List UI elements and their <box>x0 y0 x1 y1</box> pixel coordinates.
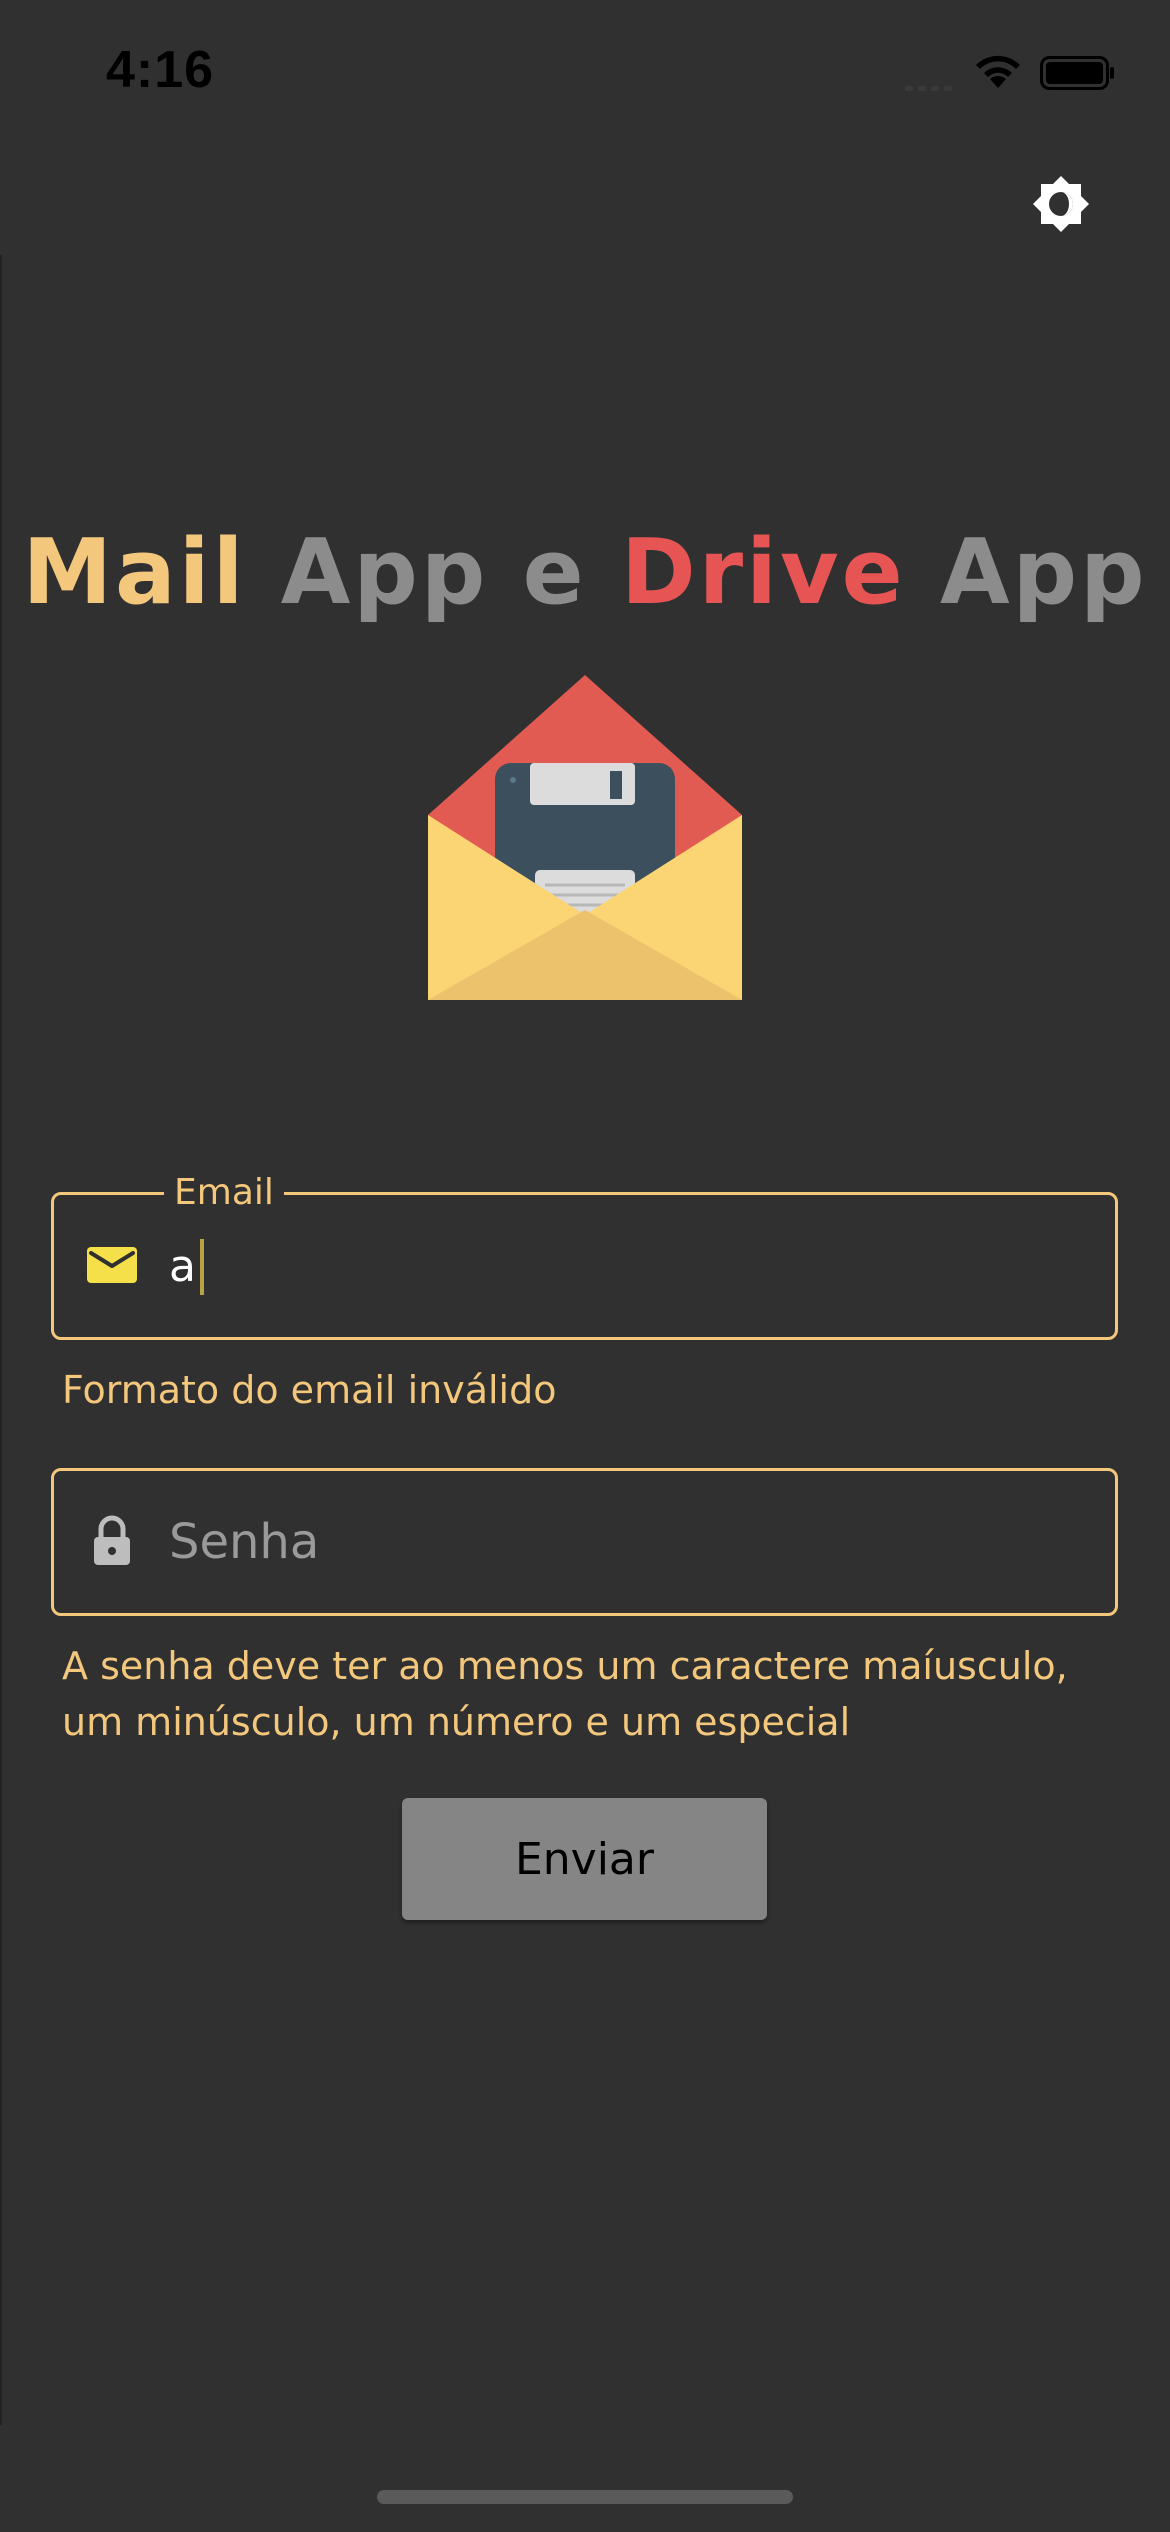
email-field-label: Email <box>164 1169 284 1217</box>
theme-toggle-button[interactable] <box>1025 168 1097 240</box>
title-app-1: App <box>280 520 489 625</box>
app-title: Mail App e Drive App <box>0 520 1170 625</box>
email-field[interactable]: Email a <box>51 1169 1118 1340</box>
submit-button[interactable]: Enviar <box>402 1798 767 1920</box>
title-conjunction: e <box>522 520 587 625</box>
wifi-icon <box>976 55 1020 88</box>
email-error-message: Formato do email inválido <box>62 1368 557 1412</box>
title-app-2: App <box>940 520 1148 625</box>
title-drive: Drive <box>621 520 906 625</box>
text-caret <box>199 1239 204 1295</box>
cellular-signal-icon <box>905 86 952 91</box>
email-input[interactable]: a <box>169 1239 204 1295</box>
home-indicator[interactable] <box>377 2490 793 2504</box>
title-mail: Mail <box>22 520 247 625</box>
app-screen: 4:16 Mail App e Drive App Email a Format… <box>0 0 1170 2532</box>
mail-icon <box>87 1247 137 1283</box>
envelope-floppy-logo <box>428 675 742 1000</box>
status-bar: 4:16 <box>0 0 1170 150</box>
email-value: a <box>169 1241 196 1292</box>
brightness-icon <box>1033 176 1089 232</box>
password-field[interactable]: Senha <box>51 1468 1118 1616</box>
password-input[interactable]: Senha <box>169 1511 319 1573</box>
lock-icon <box>94 1515 130 1565</box>
password-error-message: A senha deve ter ao menos um caractere m… <box>62 1644 1068 1744</box>
status-time: 4:16 <box>106 41 215 99</box>
battery-icon <box>1040 56 1114 90</box>
